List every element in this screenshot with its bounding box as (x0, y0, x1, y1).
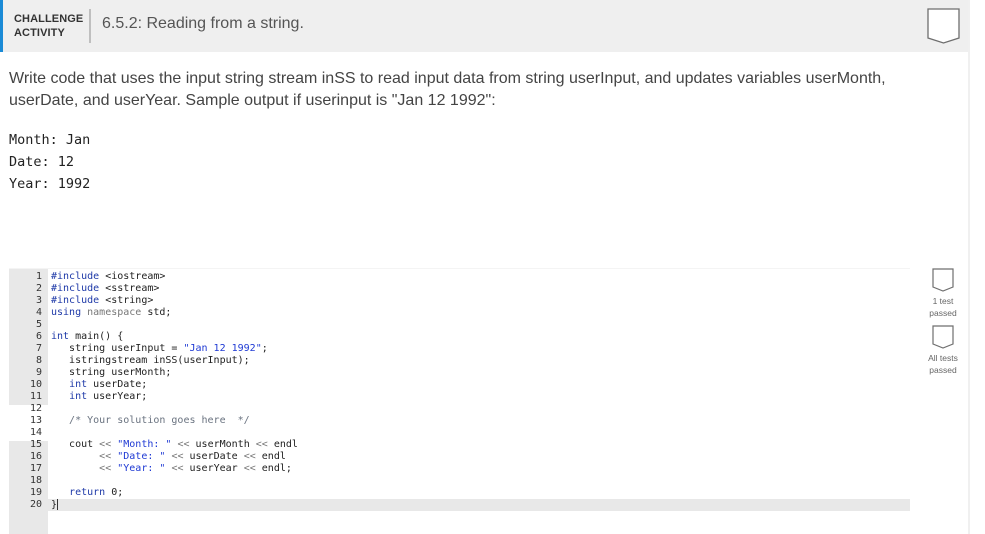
line-number: 19 (29, 487, 42, 498)
test-status-label: 1 test passed (929, 296, 957, 318)
code-line[interactable]: 13 /* Your solution goes here */ (9, 415, 910, 427)
activity-type-line2: ACTIVITY (14, 27, 65, 39)
code-line[interactable]: 15 cout << "Month: " << userMonth << end… (9, 439, 910, 451)
sample-output-line: Year: 1992 (9, 176, 91, 192)
line-number: 10 (29, 379, 42, 390)
line-number: 11 (29, 391, 42, 402)
code-text[interactable]: } (51, 499, 59, 512)
line-number: 14 (29, 427, 42, 438)
header-divider (89, 9, 91, 43)
test-status-panel: 1 test passed All tests passed (924, 268, 962, 376)
code-editor[interactable]: 1 #include <iostream> 2 #include <sstream> 3… (9, 268, 910, 534)
page-edge (968, 0, 985, 534)
code-text[interactable]: int userDate; (51, 379, 147, 391)
code-text[interactable]: #include <string> (51, 295, 153, 307)
code-text[interactable]: return 0; (51, 487, 123, 499)
sample-output-line: Date: 12 (9, 154, 75, 170)
line-number: 12 (29, 403, 42, 414)
sample-output: Month: Jan Date: 12 Year: 1992 (9, 129, 90, 195)
line-number: 5 (35, 319, 42, 330)
instructions-text: Write code that uses the input string st… (9, 70, 886, 109)
line-number: 4 (35, 307, 42, 318)
code-text[interactable]: << "Year: " << userYear << endl; (51, 463, 292, 475)
code-text[interactable]: int main() { (51, 331, 123, 343)
line-number: 18 (29, 475, 42, 486)
sample-output-line: Month: Jan (9, 132, 91, 148)
code-line[interactable]: 8 istringstream inSS(userInput); (9, 355, 910, 367)
line-number: 17 (29, 463, 42, 474)
completion-badge-icon (927, 8, 960, 44)
code-text[interactable]: cout << "Month: " << userMonth << endl (51, 439, 298, 451)
activity-type-label: CHALLENGE ACTIVITY (14, 12, 83, 40)
line-number: 2 (35, 283, 42, 294)
code-text[interactable]: string userInput = "Jan 12 1992"; (51, 343, 268, 355)
line-number: 8 (35, 355, 42, 366)
code-text[interactable]: istringstream inSS(userInput); (51, 355, 250, 367)
code-text[interactable]: #include <sstream> (51, 283, 159, 295)
activity-title: 6.5.2: Reading from a string. (102, 15, 304, 32)
code-line[interactable]: 5 (9, 319, 910, 331)
code-text[interactable]: string userMonth; (51, 367, 171, 379)
code-text[interactable]: << "Date: " << userDate << endl (51, 451, 286, 463)
activity-header: CHALLENGE ACTIVITY 6.5.2: Reading from a… (0, 0, 968, 52)
code-line[interactable]: 17 << "Year: " << userYear << endl; (9, 463, 910, 475)
line-number: 3 (35, 295, 42, 306)
challenge-activity-page: CHALLENGE ACTIVITY 6.5.2: Reading from a… (0, 0, 968, 534)
test-badge-icon (932, 268, 954, 292)
code-text[interactable]: int userYear; (51, 391, 147, 403)
test-status-one: 1 test passed (924, 268, 962, 319)
code-line[interactable]: 19 return 0; (9, 487, 910, 499)
code-line[interactable]: 2 #include <sstream> (9, 283, 910, 295)
test-badge-icon (932, 325, 954, 349)
line-number: 15 (29, 439, 42, 450)
line-number: 1 (35, 271, 42, 282)
code-line[interactable]: 3 #include <string> (9, 295, 910, 307)
text-cursor (57, 499, 59, 510)
code-line[interactable]: 7 string userInput = "Jan 12 1992"; (9, 343, 910, 355)
code-text[interactable]: using namespace std; (51, 307, 171, 319)
code-line[interactable]: 12 (9, 403, 910, 415)
code-line[interactable]: 18 (9, 475, 910, 487)
code-line[interactable]: 1 #include <iostream> (9, 271, 910, 283)
line-number: 20 (29, 499, 42, 510)
code-line[interactable]: 20} (9, 499, 910, 511)
code-line[interactable]: 11 int userYear; (9, 391, 910, 403)
code-text[interactable]: /* Your solution goes here */ (51, 415, 250, 427)
code-line[interactable]: 10 int userDate; (9, 379, 910, 391)
line-number: 9 (35, 367, 42, 378)
code-line[interactable]: 6 int main() { (9, 331, 910, 343)
activity-type-line1: CHALLENGE (14, 13, 84, 25)
code-text[interactable]: #include <iostream> (51, 271, 165, 283)
code-lines[interactable]: 1 #include <iostream> 2 #include <sstream> 3… (9, 271, 910, 511)
test-status-all: All tests passed (924, 325, 962, 376)
line-number: 13 (29, 415, 42, 426)
line-number: 16 (29, 451, 42, 462)
code-line[interactable]: 9 string userMonth; (9, 367, 910, 379)
line-number: 6 (35, 331, 42, 342)
code-line[interactable]: 14 (9, 427, 910, 439)
code-line[interactable]: 4 using namespace std; (9, 307, 910, 319)
code-line[interactable]: 16 << "Date: " << userDate << endl (9, 451, 910, 463)
test-status-label: All tests passed (928, 353, 958, 375)
header-accent-bar (0, 0, 3, 52)
line-number: 7 (35, 343, 42, 354)
